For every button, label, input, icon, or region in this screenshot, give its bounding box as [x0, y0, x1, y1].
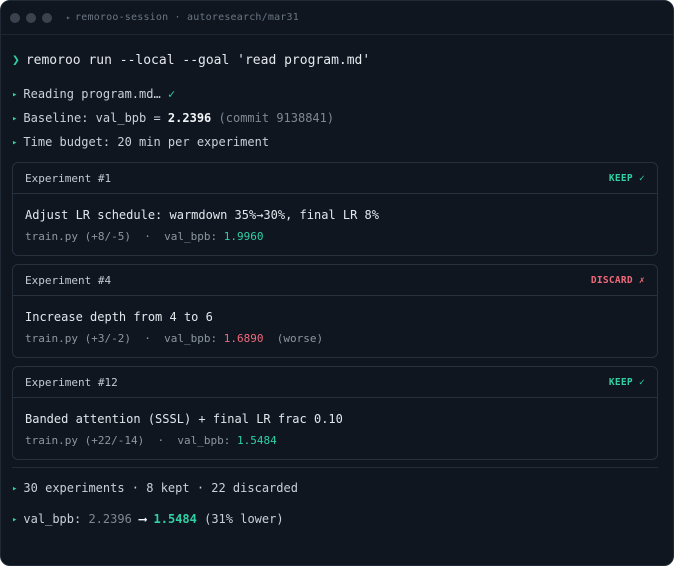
experiment-card: Experiment #1 KEEP ✓ Adjust LR schedule:…	[12, 162, 658, 256]
maximize-window-button[interactable]	[42, 12, 52, 23]
minimize-window-button[interactable]	[26, 12, 36, 23]
result-arrow-icon: ⟶	[139, 512, 147, 526]
metric-value: 1.9960	[223, 230, 264, 243]
result-label: val_bpb:	[23, 512, 82, 526]
bullet-icon: ▸	[12, 138, 18, 148]
window-title: ▸ remoroo-session · autoresearch/mar31	[66, 12, 299, 23]
caret-icon: ▸	[66, 13, 72, 22]
result-to: 1.5484	[153, 512, 197, 526]
result-from: 2.2396	[88, 512, 132, 526]
experiment-card: Experiment #12 KEEP ✓ Banded attention (…	[12, 366, 658, 460]
separator: ·	[144, 230, 151, 243]
baseline-label: Baseline: val_bpb =	[23, 111, 168, 125]
bullet-icon: ▸	[12, 484, 18, 494]
command-line: ❯ remoroo run --local --goal 'read progra…	[12, 53, 370, 68]
experiment-title: Experiment #1	[25, 171, 112, 185]
summary-result-line: ▸ val_bpb: 2.2396 ⟶ 1.5484 (31% lower)	[12, 512, 284, 526]
metric-value: 1.6890	[223, 332, 264, 345]
experiment-description: Adjust LR schedule: warmdown 35%→30%, fi…	[25, 208, 380, 222]
budget-text: Time budget: 20 min per experiment	[23, 135, 270, 149]
metric-value: 1.5484	[236, 434, 277, 447]
metric-label: val_bpb:	[177, 434, 231, 447]
experiment-meta: train.py (+22/-14) · val_bpb: 1.5484	[25, 434, 277, 447]
experiment-card: Experiment #4 DISCARD ✗ Increase depth f…	[12, 264, 658, 358]
metric-label: val_bpb:	[164, 230, 218, 243]
experiment-meta: train.py (+3/-2) · val_bpb: 1.6890 (wors…	[25, 332, 323, 345]
terminal-window: ▸ remoroo-session · autoresearch/mar31 ❯ r…	[0, 0, 674, 566]
keep-badge: KEEP ✓	[608, 172, 645, 184]
terminal-output: ❯ remoroo run --local --goal 'read progra…	[1, 35, 673, 565]
discard-badge: DISCARD ✗	[590, 274, 645, 286]
title-bar: ▸ remoroo-session · autoresearch/mar31	[1, 1, 673, 35]
separator: ·	[157, 434, 165, 447]
reading-line: ▸ Reading program.md… ✓	[12, 87, 175, 101]
baseline-line: ▸ Baseline: val_bpb = 2.2396 (commit 9138…	[12, 111, 334, 125]
baseline-commit: (commit 9138841)	[218, 111, 335, 125]
experiment-title: Experiment #4	[25, 273, 112, 287]
window-title-text: remoroo-session · autoresearch/mar31	[75, 12, 299, 23]
summary-counts: 30 experiments · 8 kept · 22 discarded	[23, 481, 298, 495]
prompt-icon: ❯	[12, 53, 20, 68]
budget-line: ▸ Time budget: 20 min per experiment	[12, 135, 269, 149]
keep-badge: KEEP ✓	[608, 376, 645, 388]
experiment-description: Banded attention (SSSL) + final LR frac …	[25, 412, 343, 426]
experiment-meta: train.py (+8/-5) · val_bpb: 1.9960	[25, 230, 263, 243]
bullet-icon: ▸	[12, 114, 18, 124]
bullet-icon: ▸	[12, 90, 18, 100]
experiment-file: train.py (+3/-2)	[25, 332, 131, 345]
experiment-header: Experiment #1 KEEP ✓	[13, 163, 657, 194]
reading-text: Reading program.md…	[23, 87, 161, 101]
metric-note: (worse)	[276, 332, 324, 345]
metric-label: val_bpb:	[164, 332, 218, 345]
separator: ·	[144, 332, 151, 345]
experiment-header: Experiment #4 DISCARD ✗	[13, 265, 657, 296]
baseline-value: 2.2396	[167, 111, 212, 125]
bullet-icon: ▸	[12, 515, 18, 525]
divider	[12, 467, 658, 468]
experiment-file: train.py (+8/-5)	[25, 230, 131, 243]
result-note: (31% lower)	[204, 512, 284, 526]
experiment-file: train.py (+22/-14)	[25, 434, 145, 447]
experiment-description: Increase depth from 4 to 6	[25, 310, 213, 324]
check-icon: ✓	[167, 87, 176, 101]
command-text: remoroo run --local --goal 'read program…	[25, 53, 371, 68]
experiment-title: Experiment #12	[25, 375, 118, 389]
experiment-header: Experiment #12 KEEP ✓	[13, 367, 657, 398]
summary-counts-line: ▸ 30 experiments · 8 kept · 22 discarded	[12, 481, 298, 495]
close-window-button[interactable]	[10, 12, 20, 23]
